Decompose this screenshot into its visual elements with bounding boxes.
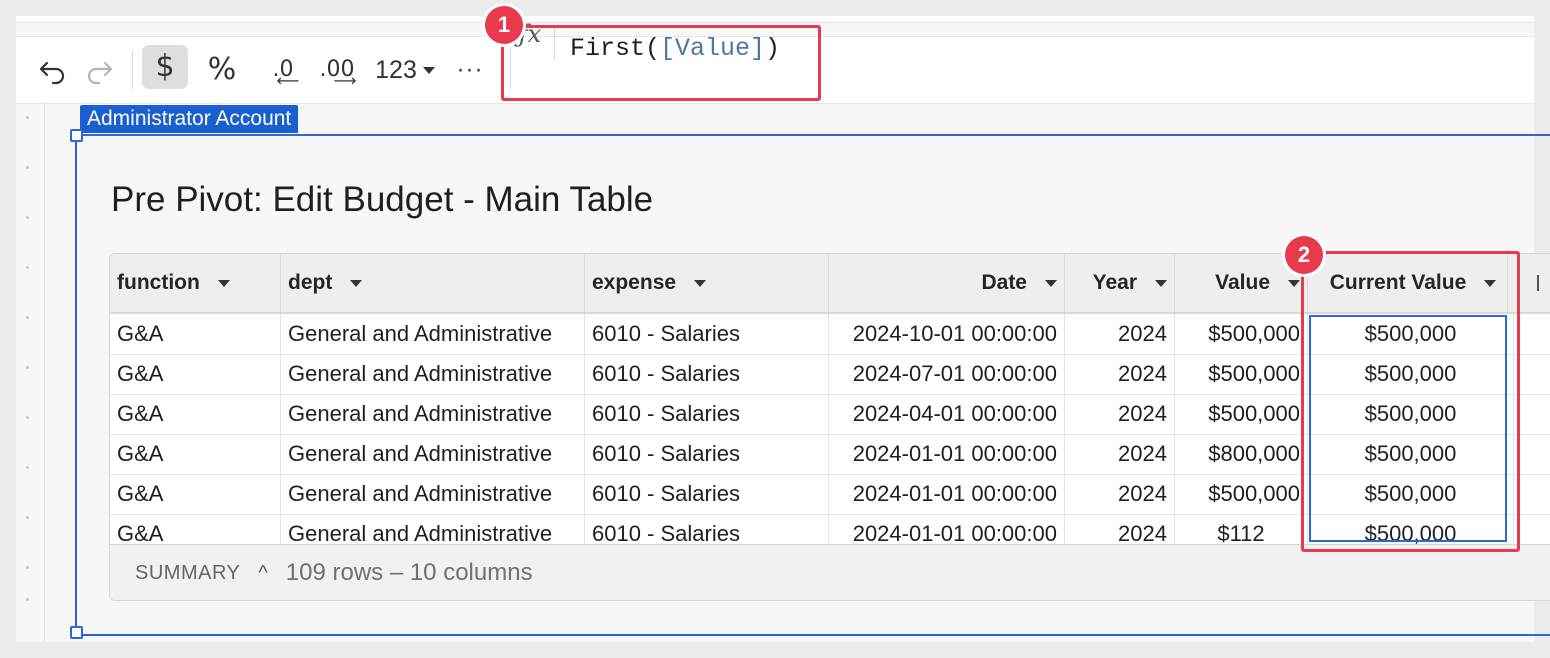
table-header: function dept expense Date Year Value Cu… <box>110 254 1550 314</box>
cell-year[interactable]: 2024 <box>1065 314 1175 354</box>
currency-icon: $ <box>155 49 175 84</box>
column-header-label: Value <box>1215 271 1270 294</box>
cell-dept[interactable]: General and Administrative <box>281 354 585 394</box>
cell-date[interactable]: 2024-01-01 00:00:00 <box>829 434 1065 474</box>
currency-format-button[interactable]: $ <box>142 45 188 89</box>
left-gutter <box>16 102 45 642</box>
increase-decimals-icon: .00 ⟶ <box>320 59 357 89</box>
cell-dept[interactable]: General and Administrative <box>281 314 585 354</box>
formula-prefix: First( <box>570 34 661 63</box>
cell-year[interactable]: 2024 <box>1065 394 1175 434</box>
cell-date[interactable]: 2024-07-01 00:00:00 <box>829 354 1065 394</box>
toolbar-divider <box>132 51 133 89</box>
cell-expense[interactable]: 6010 - Salaries <box>585 474 829 514</box>
row-column-count: 109 rows – 10 columns <box>285 559 533 586</box>
chevron-up-icon[interactable]: ^ <box>258 562 267 585</box>
cell-function[interactable]: G&A <box>110 474 281 514</box>
increase-decimals-button[interactable]: .00 ⟶ <box>314 37 360 103</box>
cell-value[interactable]: $500,000 <box>1175 354 1308 394</box>
cell-year[interactable]: 2024 <box>1065 434 1175 474</box>
column-header-label: Date <box>981 271 1027 294</box>
chevron-down-icon[interactable] <box>694 279 707 287</box>
top-strip <box>16 16 1534 23</box>
column-header-label: Year <box>1092 271 1137 294</box>
cell-expense[interactable]: 6010 - Salaries <box>585 354 829 394</box>
cell-dept[interactable]: General and Administrative <box>281 474 585 514</box>
number-format-dropdown[interactable]: 123 <box>370 37 440 103</box>
column-selection-highlight <box>1309 315 1507 542</box>
callout-badge-1: 1 <box>485 6 523 44</box>
cell-value[interactable]: $500,000 <box>1175 314 1308 354</box>
percent-icon: % <box>207 52 237 87</box>
chevron-down-icon <box>422 66 435 74</box>
cell-expense[interactable]: 6010 - Salaries <box>585 314 829 354</box>
chevron-down-icon[interactable] <box>1155 279 1167 287</box>
decrease-decimals-icon: .0 ⟵ <box>273 59 300 89</box>
element-owner-tag: Administrator Account <box>80 105 299 133</box>
column-header-label: Current Value <box>1329 271 1467 294</box>
cell-date[interactable]: 2024-04-01 00:00:00 <box>829 394 1065 434</box>
cell-year[interactable]: 2024 <box>1065 354 1175 394</box>
chevron-down-icon[interactable] <box>1045 279 1057 287</box>
formula-suffix: ) <box>765 34 781 63</box>
percent-format-button[interactable]: % <box>202 37 242 103</box>
resize-handle-bottom-left[interactable] <box>70 626 83 639</box>
formula-column-ref: [Value] <box>660 34 766 63</box>
cell-dept[interactable]: General and Administrative <box>281 394 585 434</box>
cell-value[interactable]: $800,000 <box>1175 434 1308 474</box>
column-header-expense[interactable]: expense <box>585 254 829 312</box>
chevron-down-icon[interactable] <box>1484 279 1497 287</box>
redo-button[interactable] <box>82 37 118 103</box>
cell-year[interactable]: 2024 <box>1065 474 1175 514</box>
cell-value[interactable]: $500,000 <box>1175 394 1308 434</box>
resize-handle-top-left[interactable] <box>70 129 83 142</box>
cell-date[interactable]: 2024-01-01 00:00:00 <box>829 474 1065 514</box>
callout-badge-2: 2 <box>1285 236 1323 274</box>
cell-date[interactable]: 2024-10-01 00:00:00 <box>829 314 1065 354</box>
column-header-label: function <box>117 271 200 294</box>
column-header-label: expense <box>592 271 677 294</box>
redo-icon <box>87 61 113 85</box>
column-header-current-value[interactable]: Current Value <box>1308 254 1508 312</box>
undo-button[interactable] <box>34 37 70 103</box>
cell-function[interactable]: G&A <box>110 314 281 354</box>
decrease-decimals-button[interactable]: .0 ⟵ <box>262 37 304 103</box>
cell-expense[interactable]: 6010 - Salaries <box>585 394 829 434</box>
cell-function[interactable]: G&A <box>110 394 281 434</box>
summary-label: SUMMARY <box>135 561 241 584</box>
column-header-date[interactable]: Date <box>829 254 1065 312</box>
more-options-button[interactable]: ··· <box>450 37 490 103</box>
formula-input[interactable]: First([Value]) <box>570 34 780 63</box>
arrow-left-icon: ⟵ <box>276 71 300 90</box>
arrow-right-icon: ⟶ <box>333 71 357 90</box>
cell-function[interactable]: G&A <box>110 434 281 474</box>
cell-value[interactable]: $500,000 <box>1175 474 1308 514</box>
column-header-year[interactable]: Year <box>1065 254 1175 312</box>
column-divider <box>1537 275 1539 291</box>
chevron-down-icon[interactable] <box>350 279 363 287</box>
cell-expense[interactable]: 6010 - Salaries <box>585 434 829 474</box>
undo-icon <box>39 61 65 85</box>
table-summary-bar[interactable]: SUMMARY ^ 109 rows – 10 columns <box>110 544 1550 600</box>
column-header-dept[interactable]: dept <box>281 254 585 312</box>
column-header-function[interactable]: function <box>110 254 281 312</box>
column-header-next[interactable] <box>1530 254 1550 312</box>
formula-divider <box>554 24 555 60</box>
chevron-down-icon[interactable] <box>217 279 230 287</box>
column-header-label: dept <box>288 271 333 294</box>
chevron-down-icon[interactable] <box>1288 279 1300 287</box>
cell-function[interactable]: G&A <box>110 354 281 394</box>
table-title: Pre Pivot: Edit Budget - Main Table <box>111 180 654 219</box>
number-format-label: 123 <box>375 55 417 84</box>
more-icon: ··· <box>456 56 484 83</box>
cell-dept[interactable]: General and Administrative <box>281 434 585 474</box>
